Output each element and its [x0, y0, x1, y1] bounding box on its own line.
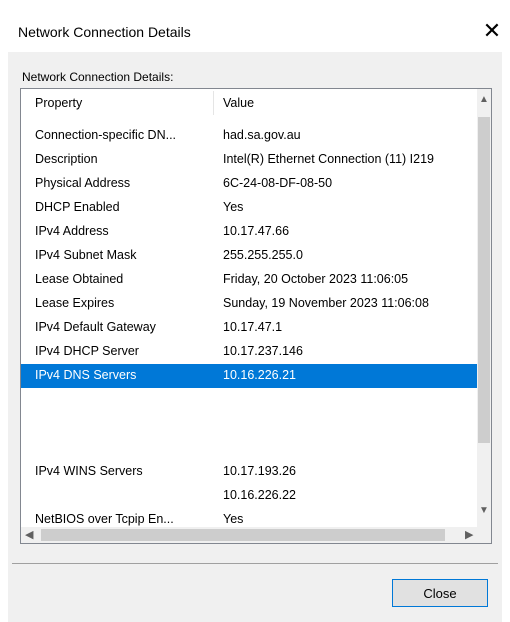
- list-item[interactable]: [21, 436, 477, 460]
- column-separator[interactable]: [213, 91, 214, 115]
- list-item[interactable]: DHCP Enabled Yes: [21, 196, 477, 220]
- property-cell: Lease Obtained: [35, 272, 124, 286]
- divider: [12, 563, 498, 564]
- property-cell: NetBIOS over Tcpip En...: [35, 512, 174, 526]
- list-item[interactable]: Lease Expires Sunday, 19 November 2023 11…: [21, 292, 477, 316]
- list-item-selected[interactable]: IPv4 DNS Servers 10.16.226.21: [21, 364, 477, 388]
- property-cell: Description: [35, 152, 98, 166]
- dialog-body: Network Connection Details: Property Val…: [8, 52, 502, 622]
- chevron-down-icon[interactable]: ▼: [477, 505, 491, 519]
- list-item[interactable]: Description Intel(R) Ethernet Connection …: [21, 148, 477, 172]
- value-cell: 10.16.226.22: [223, 488, 296, 502]
- vertical-scroll-thumb[interactable]: [478, 117, 490, 443]
- value-cell: had.sa.gov.au: [223, 128, 301, 142]
- property-cell: DHCP Enabled: [35, 200, 120, 214]
- value-cell: Yes: [223, 512, 244, 526]
- list-rows: Connection-specific DN... had.sa.gov.au D…: [21, 124, 477, 532]
- details-list[interactable]: Property Value Connection-specific DN...…: [20, 88, 492, 544]
- list-header: Property Value: [21, 89, 477, 117]
- window-title: Network Connection Details: [18, 24, 191, 40]
- close-icon[interactable]: ✕: [480, 18, 504, 44]
- property-cell: IPv4 Default Gateway: [35, 320, 156, 334]
- list-item[interactable]: 10.16.226.22: [21, 484, 477, 508]
- chevron-up-icon[interactable]: ▲: [477, 94, 491, 108]
- value-cell: 10.17.47.66: [223, 224, 290, 238]
- details-label: Network Connection Details:: [22, 70, 174, 84]
- list-item[interactable]: IPv4 WINS Servers 10.17.193.26: [21, 460, 477, 484]
- value-cell: Friday, 20 October 2023 11:06:05: [223, 272, 409, 286]
- title-bar: Network Connection Details ✕: [0, 0, 510, 52]
- list-item[interactable]: Lease Obtained Friday, 20 October 2023 11…: [21, 268, 477, 292]
- value-cell: Sunday, 19 November 2023 11:06:08: [223, 296, 429, 310]
- value-cell: 6C-24-08-DF-08-50: [223, 176, 333, 190]
- value-cell: 255.255.255.0: [223, 248, 303, 262]
- value-cell: Yes: [223, 200, 244, 214]
- property-cell: Connection-specific DN...: [35, 128, 177, 142]
- value-cell: 10.16.226.21: [223, 368, 296, 382]
- property-cell: Physical Address: [35, 176, 131, 190]
- chevron-left-icon[interactable]: ◀: [25, 528, 33, 541]
- property-cell: IPv4 Subnet Mask: [35, 248, 137, 262]
- value-cell: Intel(R) Ethernet Connection (11) I219: [223, 152, 434, 166]
- property-cell: Lease Expires: [35, 296, 115, 310]
- list-item[interactable]: Connection-specific DN... had.sa.gov.au: [21, 124, 477, 148]
- list-item[interactable]: [21, 412, 477, 436]
- column-header-property[interactable]: Property: [35, 96, 82, 110]
- close-button[interactable]: Close: [392, 579, 488, 607]
- chevron-right-icon[interactable]: ▶: [465, 528, 473, 541]
- list-item[interactable]: IPv4 Address 10.17.47.66: [21, 220, 477, 244]
- list-item[interactable]: [21, 388, 477, 412]
- property-cell: IPv4 WINS Servers: [35, 464, 143, 478]
- list-item[interactable]: IPv4 DHCP Server 10.17.237.146: [21, 340, 477, 364]
- property-cell: IPv4 DNS Servers: [35, 368, 137, 382]
- value-cell: 10.17.193.26: [223, 464, 296, 478]
- column-header-value[interactable]: Value: [223, 96, 254, 110]
- value-cell: 10.17.237.146: [223, 344, 303, 358]
- horizontal-scrollbar[interactable]: ◀ ▶: [21, 527, 491, 543]
- list-item[interactable]: Physical Address 6C-24-08-DF-08-50: [21, 172, 477, 196]
- vertical-scrollbar[interactable]: ▲ ▼: [477, 89, 491, 527]
- horizontal-scroll-thumb[interactable]: [41, 529, 445, 541]
- list-item[interactable]: IPv4 Subnet Mask 255.255.255.0: [21, 244, 477, 268]
- property-cell: IPv4 Address: [35, 224, 109, 238]
- property-cell: IPv4 DHCP Server: [35, 344, 139, 358]
- value-cell: 10.17.47.1: [223, 320, 283, 334]
- list-item[interactable]: IPv4 Default Gateway 10.17.47.1: [21, 316, 477, 340]
